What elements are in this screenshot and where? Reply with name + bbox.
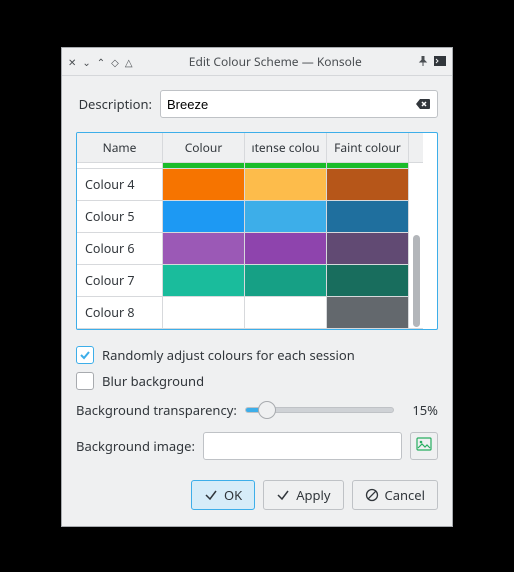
scrollbar-thumb[interactable] xyxy=(413,235,420,327)
colour-swatch[interactable] xyxy=(163,169,245,201)
colour-swatch[interactable] xyxy=(327,233,409,265)
dialog-window: ✕ ⌄ ⌃ ◇ △ Edit Colour Scheme — Konsole D… xyxy=(61,47,453,527)
blur-background-label: Blur background xyxy=(102,372,204,390)
transparency-value: 15% xyxy=(402,401,438,419)
background-image-input[interactable] xyxy=(203,432,402,460)
ok-button-label: OK xyxy=(224,486,242,504)
terminal-icon[interactable] xyxy=(434,56,446,67)
check-icon xyxy=(204,488,218,502)
window-title: Edit Colour Scheme — Konsole xyxy=(133,53,418,70)
cancel-button-label: Cancel xyxy=(385,486,425,504)
colour-swatch[interactable] xyxy=(163,201,245,233)
description-input[interactable] xyxy=(167,97,415,112)
colour-swatch[interactable] xyxy=(327,201,409,233)
blur-background-checkbox[interactable] xyxy=(76,372,94,390)
description-input-wrap xyxy=(160,90,438,118)
table-header[interactable]: Name xyxy=(77,133,163,163)
minimize-down-icon[interactable]: ⌄ xyxy=(82,57,90,67)
cancel-icon xyxy=(365,488,379,502)
background-image-label: Background image: xyxy=(76,437,195,455)
cancel-button[interactable]: Cancel xyxy=(352,480,438,510)
colour-swatch[interactable] xyxy=(327,265,409,297)
transparency-slider[interactable] xyxy=(245,400,394,420)
row-name-cell[interactable]: Colour 6 xyxy=(77,233,163,265)
pin-icon[interactable] xyxy=(418,56,428,67)
menu-icon[interactable]: △ xyxy=(125,57,133,67)
colour-swatch[interactable] xyxy=(245,297,327,329)
transparency-label: Background transparency: xyxy=(76,401,237,419)
check-icon xyxy=(276,488,290,502)
random-colours-label: Randomly adjust colours for each session xyxy=(102,346,355,364)
colour-swatch[interactable] xyxy=(163,297,245,329)
close-icon[interactable]: ✕ xyxy=(68,57,76,67)
table-header[interactable]: ıtense colou xyxy=(245,133,327,163)
scrollbar-header xyxy=(409,133,423,163)
table-scrollbar[interactable] xyxy=(409,163,423,329)
table-header[interactable]: Faint colour xyxy=(327,133,409,163)
row-name-cell[interactable]: Colour 7 xyxy=(77,265,163,297)
apply-button-label: Apply xyxy=(296,486,330,504)
colour-swatch[interactable] xyxy=(163,265,245,297)
colour-swatch[interactable] xyxy=(245,265,327,297)
row-name-cell[interactable]: Colour 5 xyxy=(77,201,163,233)
row-name-cell[interactable]: Colour 8 xyxy=(77,297,163,329)
colour-swatch[interactable] xyxy=(245,201,327,233)
colour-swatch[interactable] xyxy=(245,233,327,265)
browse-image-button[interactable] xyxy=(410,432,438,460)
colour-swatch[interactable] xyxy=(327,169,409,201)
ok-button[interactable]: OK xyxy=(191,480,255,510)
maximize-up-icon[interactable]: ⌃ xyxy=(97,57,105,67)
colour-swatch[interactable] xyxy=(163,233,245,265)
image-icon xyxy=(416,436,432,456)
restore-icon[interactable]: ◇ xyxy=(111,57,119,67)
colour-swatch[interactable] xyxy=(327,297,409,329)
random-colours-checkbox[interactable] xyxy=(76,346,94,364)
clear-input-icon[interactable] xyxy=(415,96,431,112)
description-label: Description: xyxy=(76,95,152,113)
apply-button[interactable]: Apply xyxy=(263,480,343,510)
table-header[interactable]: Colour xyxy=(163,133,245,163)
row-name-cell[interactable]: Colour 4 xyxy=(77,169,163,201)
colour-swatch[interactable] xyxy=(245,169,327,201)
colour-table: NameColourıtense colouFaint colour Colour… xyxy=(76,132,438,330)
titlebar[interactable]: ✕ ⌄ ⌃ ◇ △ Edit Colour Scheme — Konsole xyxy=(62,48,452,76)
